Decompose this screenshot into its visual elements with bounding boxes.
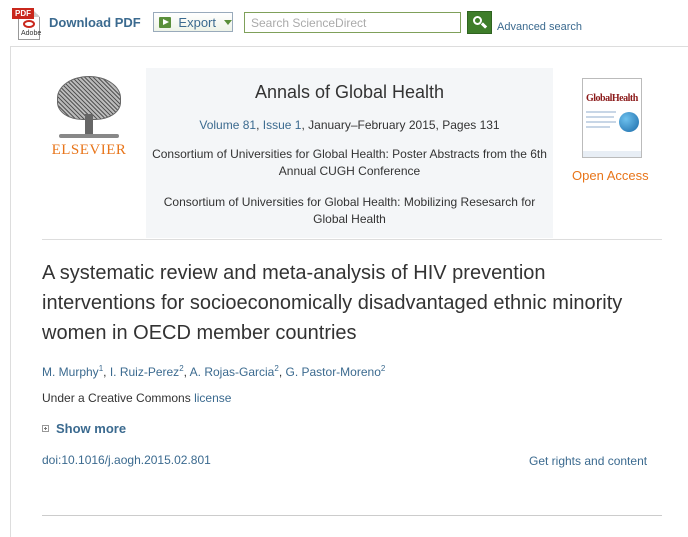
- pdf-icon-brand: Adobe: [21, 30, 42, 37]
- show-more-label: Show more: [56, 421, 127, 436]
- download-pdf-button[interactable]: PDF Adobe Download PDF: [10, 6, 141, 42]
- issue-link[interactable]: Issue 1: [263, 118, 302, 132]
- publisher-name: ELSEVIER: [51, 142, 127, 158]
- issue-info: Volume 81, Issue 1, January–February 201…: [199, 118, 500, 132]
- elsevier-logo[interactable]: ELSEVIER: [51, 76, 127, 159]
- pdf-file-icon: PDF Adobe: [10, 6, 42, 42]
- license-prefix: Under a Creative Commons: [42, 391, 191, 405]
- article-title: A systematic review and meta-analysis of…: [42, 262, 623, 344]
- author-link[interactable]: A. Rojas-Garcia: [190, 365, 275, 379]
- open-access-label: Open Access: [572, 168, 649, 183]
- journal-title[interactable]: Annals of Global Health: [146, 82, 553, 103]
- doi-link[interactable]: doi:10.1016/j.aogh.2015.02.801: [42, 453, 211, 467]
- license-statement: Under a Creative Commons license: [42, 391, 231, 405]
- author-link[interactable]: I. Ruiz-Perez: [110, 365, 179, 379]
- elsevier-tree-icon: [51, 76, 127, 140]
- cover-title: GlobalHealth: [586, 93, 638, 104]
- license-link[interactable]: license: [194, 391, 231, 405]
- download-pdf-label: Download PDF: [49, 15, 141, 30]
- divider: [42, 515, 662, 516]
- expand-plus-icon: [42, 425, 49, 432]
- rights-link[interactable]: Get rights and content: [529, 454, 647, 468]
- author-list: M. Murphy1, I. Ruiz-Perez2, A. Rojas-Gar…: [42, 364, 386, 379]
- chevron-down-icon: [224, 19, 232, 25]
- advanced-search-link[interactable]: Advanced search: [497, 21, 582, 33]
- affiliation-marker[interactable]: 2: [381, 364, 385, 373]
- export-icon: [159, 16, 172, 28]
- journal-info-box: Annals of Global Health Volume 81, Issue…: [146, 68, 553, 238]
- author-link[interactable]: G. Pastor-Moreno: [286, 365, 381, 379]
- export-label: Export: [178, 14, 216, 30]
- conference-title-2: Consortium of Universities for Global He…: [163, 195, 536, 226]
- globe-icon: [619, 112, 639, 132]
- issue-details: January–February 2015, Pages 131: [308, 118, 500, 132]
- show-more-toggle[interactable]: Show more: [42, 421, 126, 436]
- author-link[interactable]: M. Murphy: [42, 365, 99, 379]
- conference-title-1: Consortium of Universities for Global He…: [152, 147, 547, 178]
- volume-link[interactable]: Volume 81: [199, 118, 256, 132]
- search-input[interactable]: [244, 12, 461, 33]
- divider: [42, 239, 662, 240]
- search-button[interactable]: [467, 11, 492, 34]
- pdf-icon-tag: PDF: [12, 8, 34, 19]
- journal-cover-thumbnail[interactable]: GlobalHealth: [582, 78, 642, 158]
- export-dropdown[interactable]: Export: [153, 12, 233, 32]
